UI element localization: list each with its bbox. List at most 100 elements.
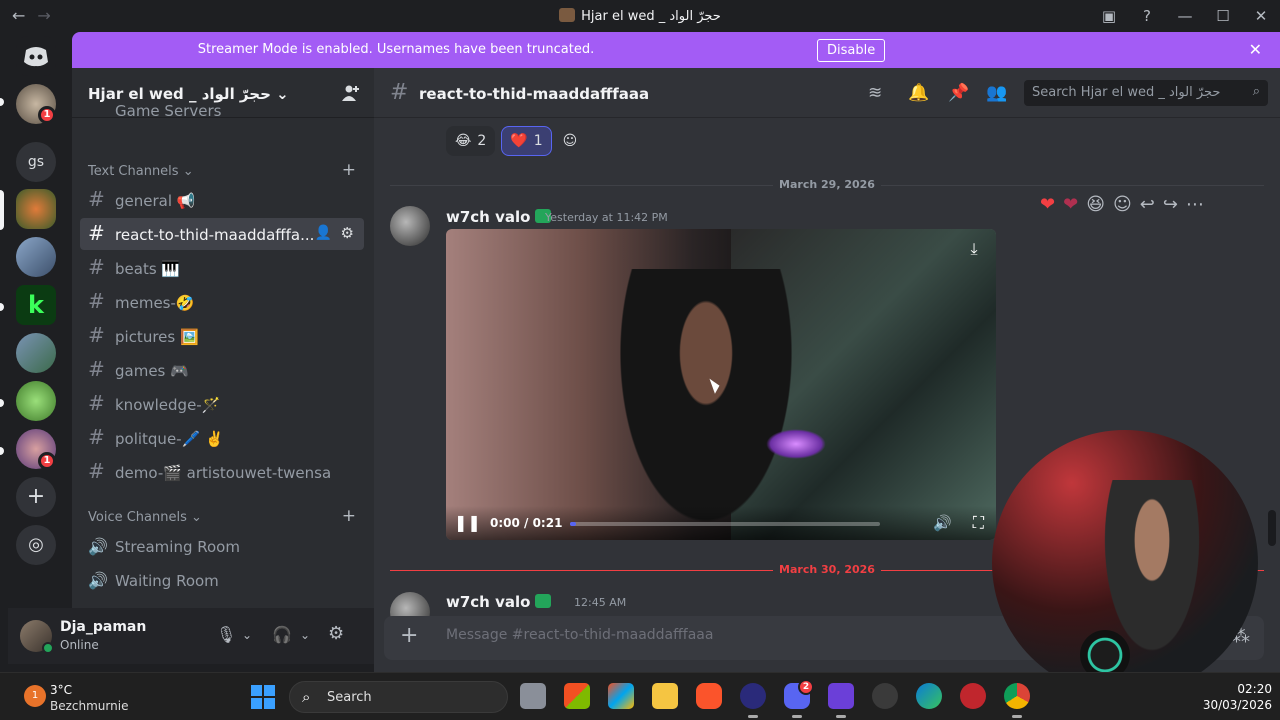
message-author[interactable]: w7ch valo <box>446 208 552 226</box>
discord-home-icon[interactable] <box>16 36 56 76</box>
invite-icon[interactable]: 👤 <box>315 225 332 241</box>
channel-demo[interactable]: # demo-🎬 artistouwet-twensa <box>80 456 364 488</box>
channel-politque[interactable]: # politque-🖊️ ✌️ <box>80 422 364 454</box>
pause-icon[interactable]: ❚❚ <box>454 513 481 532</box>
voice-streaming-room[interactable]: 🔊 Streaming Room <box>80 530 364 562</box>
reaction-heart[interactable]: ❤️ 1 <box>501 126 552 156</box>
voice-waiting-room[interactable]: 🔊 Waiting Room <box>80 564 364 596</box>
text-channels-category[interactable]: Text Channels ⌄ <box>88 164 194 179</box>
windows-start-icon[interactable] <box>251 685 275 709</box>
grin-reaction-icon[interactable]: 😆 <box>1086 194 1105 215</box>
message-author[interactable]: w7ch valo <box>446 593 552 611</box>
user-settings-gear-icon[interactable]: ⚙ <box>328 623 344 644</box>
threads-icon[interactable]: ≋ <box>868 83 882 103</box>
unread-pill <box>0 303 4 311</box>
more-options-icon[interactable]: ⋯ <box>1186 194 1204 215</box>
add-reaction-icon[interactable]: ☺ <box>1113 194 1132 215</box>
brave-browser-icon[interactable] <box>696 683 722 709</box>
mention-badge: 1 <box>38 106 56 124</box>
pin-icon[interactable]: 📌 <box>948 83 969 103</box>
download-icon[interactable]: ⤓ <box>962 239 986 263</box>
channel-general[interactable]: # general 📢 <box>80 184 364 216</box>
clock-date: 30/03/2026 <box>1202 698 1272 712</box>
heart-reaction-icon[interactable]: ❤ <box>1040 194 1055 215</box>
discover-icon[interactable]: ◎ <box>16 525 56 565</box>
headphones-icon[interactable]: 🎧 <box>272 625 292 644</box>
reply-icon[interactable]: ↩ <box>1140 194 1155 215</box>
add-voice-channel-icon[interactable]: + <box>342 506 356 526</box>
system-clock[interactable]: 02:20 30/03/2026 <box>1203 681 1272 713</box>
chat-scrollbar[interactable] <box>1268 510 1276 546</box>
unread-pill <box>0 399 4 407</box>
maximize-button[interactable]: ☐ <box>1204 7 1242 25</box>
fullscreen-icon[interactable]: ⛶ <box>973 513 984 533</box>
hash-icon: # <box>88 459 105 483</box>
app-icon-b[interactable] <box>828 683 854 718</box>
notification-bell-icon[interactable]: 🔔 <box>908 83 929 103</box>
message-timestamp: Yesterday at 11:42 PM <box>545 211 668 224</box>
channel-pictures[interactable]: # pictures 🖼️ <box>80 320 364 352</box>
chevron-down-icon: ⌄ <box>276 85 289 103</box>
channel-games[interactable]: # games 🎮 <box>80 354 364 386</box>
close-button[interactable]: ✕ <box>1242 7 1280 25</box>
task-view-icon[interactable] <box>520 683 546 709</box>
author-avatar[interactable] <box>390 206 430 246</box>
role-tag-icon <box>535 594 552 608</box>
video-attachment[interactable]: ⤓ ❚❚ 0:00 / 0:21 🔊 ⛶ <box>446 229 996 540</box>
add-server-icon[interactable]: + <box>16 477 56 517</box>
close-banner-icon[interactable]: ✕ <box>1249 40 1262 59</box>
channel-knowledge[interactable]: # knowledge-🪄 <box>80 388 364 420</box>
add-reaction-icon[interactable]: ☺ <box>558 126 583 156</box>
username[interactable]: Dja_paman <box>60 619 146 635</box>
store-icon[interactable] <box>564 683 590 709</box>
minimize-button[interactable]: — <box>1166 7 1204 25</box>
server-icon-6[interactable] <box>16 381 56 421</box>
edge-icon[interactable] <box>916 683 942 709</box>
search-input[interactable]: Search Hjar el wed _ حجرّ الواد ⌕ <box>1024 80 1268 106</box>
attach-plus-icon[interactable]: + <box>400 625 422 647</box>
window-title: Hjar el wed _ حجرّ الواد <box>0 8 1280 24</box>
microsoft-icon[interactable] <box>608 683 634 709</box>
channel-game-servers[interactable]: Game Servers <box>80 104 364 124</box>
microphone-icon[interactable]: 🎙 <box>216 625 236 644</box>
server-icon-gs[interactable]: gs <box>16 142 56 182</box>
chrome-icon[interactable] <box>1004 683 1030 718</box>
inbox-icon[interactable]: ▣ <box>1090 7 1128 25</box>
channel-react[interactable]: # react-to-thid-maaddafffa... 👤 ⚙ <box>80 218 364 250</box>
member-list-icon[interactable]: 👥 <box>986 83 1007 103</box>
settings-gear-icon[interactable]: ⚙ <box>341 224 354 242</box>
help-icon[interactable]: ? <box>1128 7 1166 25</box>
server-icon-2[interactable] <box>16 189 56 229</box>
online-status-icon <box>42 642 54 654</box>
invite-people-icon[interactable] <box>342 84 360 102</box>
chevron-down-icon[interactable]: ⌄ <box>242 628 252 642</box>
reaction-laugh[interactable]: 😂 2 <box>446 126 496 156</box>
forward-icon[interactable]: ↪ <box>1163 194 1178 215</box>
heart-pink-reaction-icon[interactable]: ❤ <box>1063 194 1078 215</box>
app-icon-red[interactable] <box>960 683 986 709</box>
server-icon-3[interactable] <box>16 237 56 277</box>
chatgpt-icon[interactable] <box>872 683 898 709</box>
disable-button[interactable]: Disable <box>817 39 886 62</box>
volume-icon[interactable]: 🔊 <box>933 514 952 532</box>
unread-pill <box>0 447 4 455</box>
channel-beats[interactable]: # beats 🎹 <box>80 252 364 284</box>
message-input[interactable] <box>446 627 1046 643</box>
channel-memes[interactable]: # memes-🤣 <box>80 286 364 318</box>
clock-time: 02:20 <box>1237 682 1272 696</box>
add-text-channel-icon[interactable]: + <box>342 160 356 180</box>
server-icon-4[interactable]: k <box>16 285 56 325</box>
server-icon-5[interactable] <box>16 333 56 373</box>
hash-icon: # <box>88 289 105 313</box>
video-light <box>766 429 826 459</box>
obs-icon[interactable] <box>740 683 766 718</box>
discord-badge: 2 <box>798 679 814 695</box>
video-progress-bar[interactable] <box>570 522 880 526</box>
taskbar-search[interactable]: ⌕ Search <box>289 681 508 713</box>
channel-header: # react-to-thid-maaddafffaaa ≋ 🔔 📌 👥 Sea… <box>374 68 1280 118</box>
video-subject <box>606 269 806 540</box>
chevron-down-icon[interactable]: ⌄ <box>300 628 310 642</box>
file-explorer-icon[interactable] <box>652 683 678 709</box>
voice-channels-category[interactable]: Voice Channels ⌄ <box>88 510 202 525</box>
message-reactions: 😂 2 ❤️ 1 ☺ <box>446 126 582 156</box>
